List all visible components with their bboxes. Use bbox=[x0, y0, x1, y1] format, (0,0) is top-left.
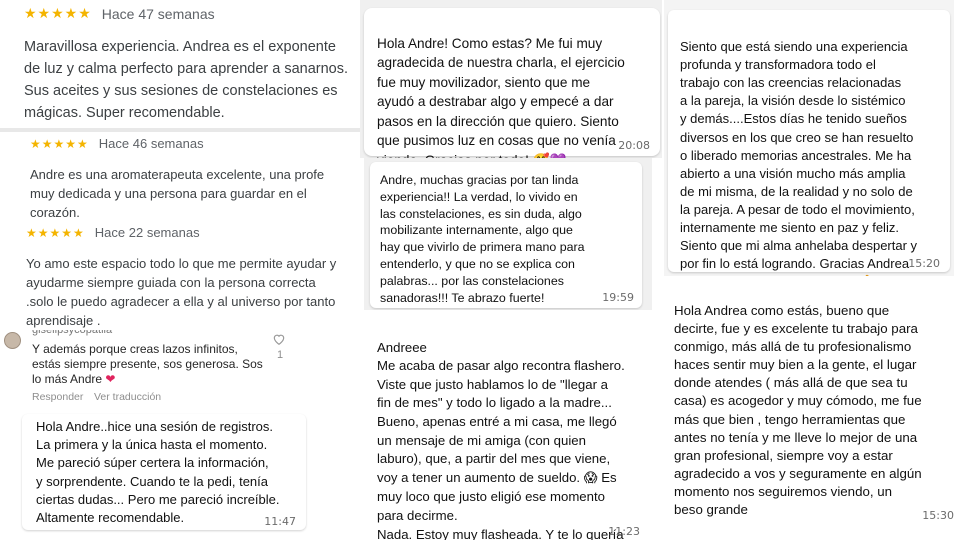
message-bubble: Hola Andre..hice una sesión de registros… bbox=[22, 414, 306, 530]
message-time: 11:23 bbox=[608, 525, 640, 538]
heart-emoji: ❤ bbox=[105, 372, 116, 386]
review-card: ★★★★★ Hace 47 semanas Maravillosa experi… bbox=[24, 6, 354, 124]
message-bubble: Hola Andrea como estás, bueno que decirt… bbox=[664, 292, 958, 528]
chat-panel: Hola Andre..hice una sesión de registros… bbox=[20, 412, 310, 540]
praying-hands-emoji: 🙏 bbox=[859, 275, 875, 276]
instagram-comment: gisellpsycopatila Y además porque creas … bbox=[0, 330, 300, 412]
message-body: Hola Andre! Como estas? Me fui muy agrad… bbox=[377, 35, 625, 159]
message-time: 15:20 bbox=[908, 257, 940, 270]
translate-link[interactable]: Ver traducción bbox=[94, 391, 161, 403]
star-rating: ★★★★★ bbox=[30, 136, 89, 151]
like-count: 1 bbox=[277, 349, 284, 361]
reviews-panel: ★★★★★ Hace 47 semanas Maravillosa experi… bbox=[0, 0, 362, 330]
message-time: 15:30 bbox=[922, 509, 954, 522]
message-text: Andreee Me acaba de pasar algo recontra … bbox=[377, 320, 647, 540]
message-text: Hola Andre..hice una sesión de registros… bbox=[36, 419, 280, 526]
message-bubble: Hola Andre! Como estas? Me fui muy agrad… bbox=[364, 8, 660, 159]
review-date: Hace 22 semanas bbox=[94, 225, 200, 240]
divider bbox=[0, 128, 362, 132]
message-body: Andreee Me acaba de pasar algo recontra … bbox=[377, 339, 625, 485]
like-heart-icon[interactable] bbox=[272, 332, 286, 346]
star-rating: ★★★★★ bbox=[26, 225, 85, 240]
scream-emoji: 😱 bbox=[583, 470, 598, 486]
message-text: Hola Andre! Como estas? Me fui muy agrad… bbox=[377, 14, 625, 159]
message-text: Andre, muchas gracias por tan linda expe… bbox=[380, 173, 585, 305]
message-body: Siento que está siendo una experiencia p… bbox=[680, 39, 918, 276]
message-time: 20:08 bbox=[618, 139, 650, 152]
review-text: Maravillosa experiencia. Andrea es el ex… bbox=[24, 39, 349, 121]
reply-link[interactable]: Responder bbox=[32, 391, 83, 403]
message-bubble: Siento que está siendo una experiencia p… bbox=[668, 10, 950, 276]
chat-panel: Andre, muchas gracias por tan linda expe… bbox=[364, 158, 652, 310]
review-text: Yo amo este espacio todo lo que me permi… bbox=[26, 256, 337, 328]
review-date: Hace 46 semanas bbox=[98, 136, 204, 151]
comment-text: Y además porque creas lazos infinitos, e… bbox=[32, 342, 264, 387]
review-text: Andre es una aromaterapeuta excelente, u… bbox=[30, 167, 325, 220]
message-time: 19:59 bbox=[602, 291, 634, 304]
chat-panel: Andreee Me acaba de pasar algo recontra … bbox=[364, 312, 654, 540]
review-card: ★★★★★ Hace 46 semanas Andre es una aroma… bbox=[30, 136, 342, 222]
message-bubble: Andreee Me acaba de pasar algo recontra … bbox=[366, 316, 650, 540]
review-date: Hace 47 semanas bbox=[101, 6, 215, 22]
comment-body: Y además porque creas lazos infinitos, e… bbox=[32, 342, 263, 386]
avatar bbox=[4, 332, 21, 349]
comment-username[interactable]: gisellpsycopatila bbox=[32, 330, 112, 336]
review-card: ★★★★★ Hace 22 semanas Yo amo este espaci… bbox=[26, 225, 346, 330]
message-text: Siento que está siendo una experiencia p… bbox=[680, 20, 917, 276]
message-text: Hola Andrea como estás, bueno que decirt… bbox=[674, 303, 922, 518]
message-time: 11:47 bbox=[264, 515, 296, 528]
chat-panel: Hola Andrea como estás, bueno que decirt… bbox=[664, 292, 960, 540]
message-bubble: Andre, muchas gracias por tan linda expe… bbox=[370, 162, 642, 308]
star-rating: ★★★★★ bbox=[24, 6, 92, 22]
chat-panel: Siento que está siendo una experiencia p… bbox=[664, 0, 954, 276]
chat-panel: Hola Andre! Como estas? Me fui muy agrad… bbox=[360, 0, 662, 158]
